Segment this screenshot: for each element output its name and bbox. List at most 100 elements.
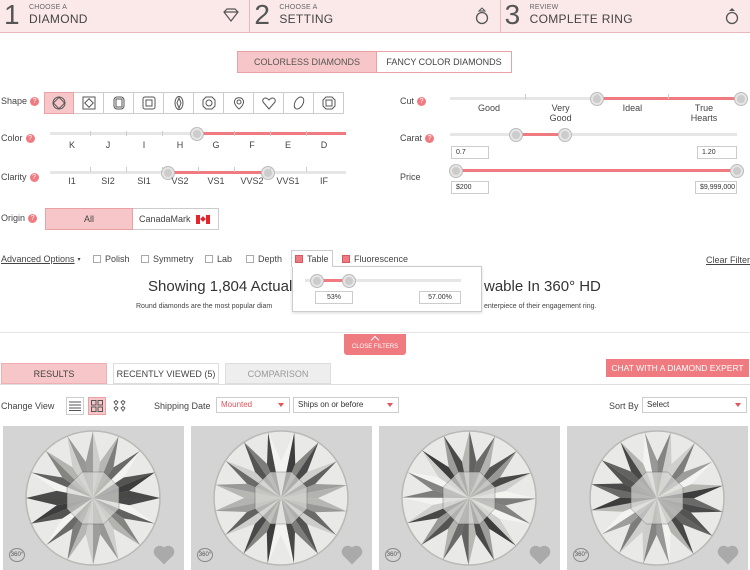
view-360-icon[interactable]: 360°: [385, 548, 401, 562]
table-max-input[interactable]: 57.00%: [419, 291, 461, 304]
shape-cushion-button[interactable]: [104, 92, 134, 114]
step-choose-diamond[interactable]: 1 CHOOSE A DIAMOND: [0, 0, 251, 33]
tick-label: D: [320, 140, 328, 150]
tab-colorless-diamonds[interactable]: COLORLESS DIAMONDS: [237, 51, 377, 73]
cut-filter-label: Cut?: [400, 96, 427, 107]
polish-checkbox[interactable]: Polish: [93, 254, 130, 264]
carat-max-input[interactable]: 1.20: [697, 146, 737, 159]
tab-fancy-color-diamonds[interactable]: FANCY COLOR DIAMONDS: [377, 51, 512, 73]
shape-round-button[interactable]: [44, 92, 74, 114]
carat-slider-range: [516, 133, 565, 136]
help-icon[interactable]: ?: [425, 134, 435, 144]
shape-asscher-button[interactable]: [134, 92, 164, 114]
close-filters-button[interactable]: CLOSE FILTERS: [344, 334, 406, 355]
shape-princess-button[interactable]: [74, 92, 104, 114]
help-icon[interactable]: ?: [30, 97, 40, 107]
shape-oval-button[interactable]: [194, 92, 224, 114]
tick-mark: [306, 131, 307, 136]
carat-slider-track: [450, 133, 737, 136]
label-text: Cut: [400, 96, 415, 106]
clarity-filter-label: Clarity?: [1, 172, 39, 183]
price-filter-label: Price: [400, 172, 421, 182]
help-icon[interactable]: ?: [417, 97, 427, 107]
carat-min-input[interactable]: 0.7: [451, 146, 489, 159]
tick-label: VS2: [171, 176, 189, 186]
tick-mark: [162, 167, 163, 172]
step-title: DIAMOND: [29, 12, 88, 26]
view-360-icon[interactable]: 360°: [573, 548, 589, 562]
symmetry-checkbox[interactable]: Symmetry: [141, 254, 194, 264]
table-checkbox[interactable]: Table: [291, 250, 333, 267]
list-view-button[interactable]: [66, 397, 84, 415]
color-slider-handle[interactable]: [191, 128, 203, 140]
checkbox-box: [295, 255, 303, 263]
ships-on-before-dropdown[interactable]: Ships on or before: [293, 397, 399, 413]
tab-recently-viewed[interactable]: RECENTLY VIEWED (5): [113, 363, 219, 384]
tabs-divider: [0, 384, 750, 385]
table-slider-handle-max[interactable]: [343, 275, 355, 287]
shipping-date-dropdown[interactable]: Mounted: [216, 397, 290, 413]
table-min-input[interactable]: 53%: [315, 291, 353, 304]
chat-with-expert-button[interactable]: CHAT WITH A DIAMOND EXPERT: [606, 359, 749, 377]
view-360-icon[interactable]: 360°: [9, 548, 25, 562]
tick-label: SI1: [137, 176, 151, 186]
shape-pear-button[interactable]: [224, 92, 254, 114]
tick-mark: [126, 167, 127, 172]
tab-results[interactable]: RESULTS: [1, 363, 107, 384]
origin-selector: All CanadaMark: [45, 208, 219, 230]
tick-mark: [198, 167, 199, 172]
cut-slider-handle-max[interactable]: [735, 93, 747, 105]
tick-label: Very Good: [549, 103, 572, 123]
tick-mark: [234, 131, 235, 136]
help-icon[interactable]: ?: [29, 173, 39, 183]
step-review-ring[interactable]: 3 REVIEW COMPLETE RING: [501, 0, 750, 33]
carat-slider-handle-min[interactable]: [510, 129, 522, 141]
marquise-shape-icon: [174, 96, 183, 110]
price-min-input[interactable]: $200: [451, 181, 489, 194]
lab-checkbox[interactable]: Lab: [205, 254, 232, 264]
help-icon[interactable]: ?: [28, 214, 38, 224]
fluorescence-checkbox[interactable]: Fluorescence: [342, 254, 408, 264]
step-choose-setting[interactable]: 2 CHOOSE A SETTING: [250, 0, 501, 33]
tick-label: J: [105, 140, 111, 150]
checkbox-label: Lab: [217, 254, 233, 264]
emerald-shape-icon: [322, 96, 335, 110]
step-caption: CHOOSE A: [29, 4, 68, 11]
step-number: 1: [4, 0, 20, 30]
ring-icon: [725, 8, 739, 25]
tick-label: I1: [68, 176, 76, 186]
shape-emerald-button[interactable]: [314, 92, 344, 114]
origin-all-button[interactable]: All: [45, 208, 133, 230]
diamond-card[interactable]: 360°: [567, 426, 748, 570]
price-slider-handle-max[interactable]: [731, 165, 743, 177]
price-slider-handle-min[interactable]: [450, 165, 462, 177]
shape-marquise-button[interactable]: [164, 92, 194, 114]
label-text: Color: [1, 133, 23, 143]
advanced-options-toggle[interactable]: Advanced Options ▾: [1, 254, 81, 264]
tick-label: K: [68, 140, 75, 150]
checkbox-box: [205, 255, 213, 263]
tab-comparison[interactable]: COMPARISON: [225, 363, 331, 384]
shape-heart-button[interactable]: [254, 92, 284, 114]
sort-by-dropdown[interactable]: Select: [642, 397, 747, 413]
table-filter-popup: 53% 57.00%: [292, 266, 482, 312]
shape-radiant-button[interactable]: [284, 92, 314, 114]
price-max-input[interactable]: $9,999,000: [695, 181, 737, 194]
depth-checkbox[interactable]: Depth: [246, 254, 282, 264]
view-360-icon[interactable]: 360°: [197, 548, 213, 562]
compare-view-button[interactable]: [111, 397, 129, 415]
diamond-grid-icon: [113, 400, 126, 412]
help-icon[interactable]: ?: [25, 134, 35, 144]
diamond-card[interactable]: 360°: [191, 426, 372, 570]
round-shape-icon: [52, 96, 66, 110]
diamond-card[interactable]: 360°: [3, 426, 184, 570]
table-slider-handle-min[interactable]: [311, 275, 323, 287]
checkbox-label: Symmetry: [153, 254, 194, 264]
diamond-card[interactable]: 360°: [379, 426, 560, 570]
tick-label: F: [249, 140, 255, 150]
origin-canadamark-button[interactable]: CanadaMark: [133, 208, 219, 230]
grid-view-button[interactable]: [88, 397, 106, 415]
cushion-shape-icon: [113, 96, 124, 110]
clear-filter-link[interactable]: Clear Filter: [706, 255, 750, 265]
carat-slider-handle-max[interactable]: [559, 129, 571, 141]
